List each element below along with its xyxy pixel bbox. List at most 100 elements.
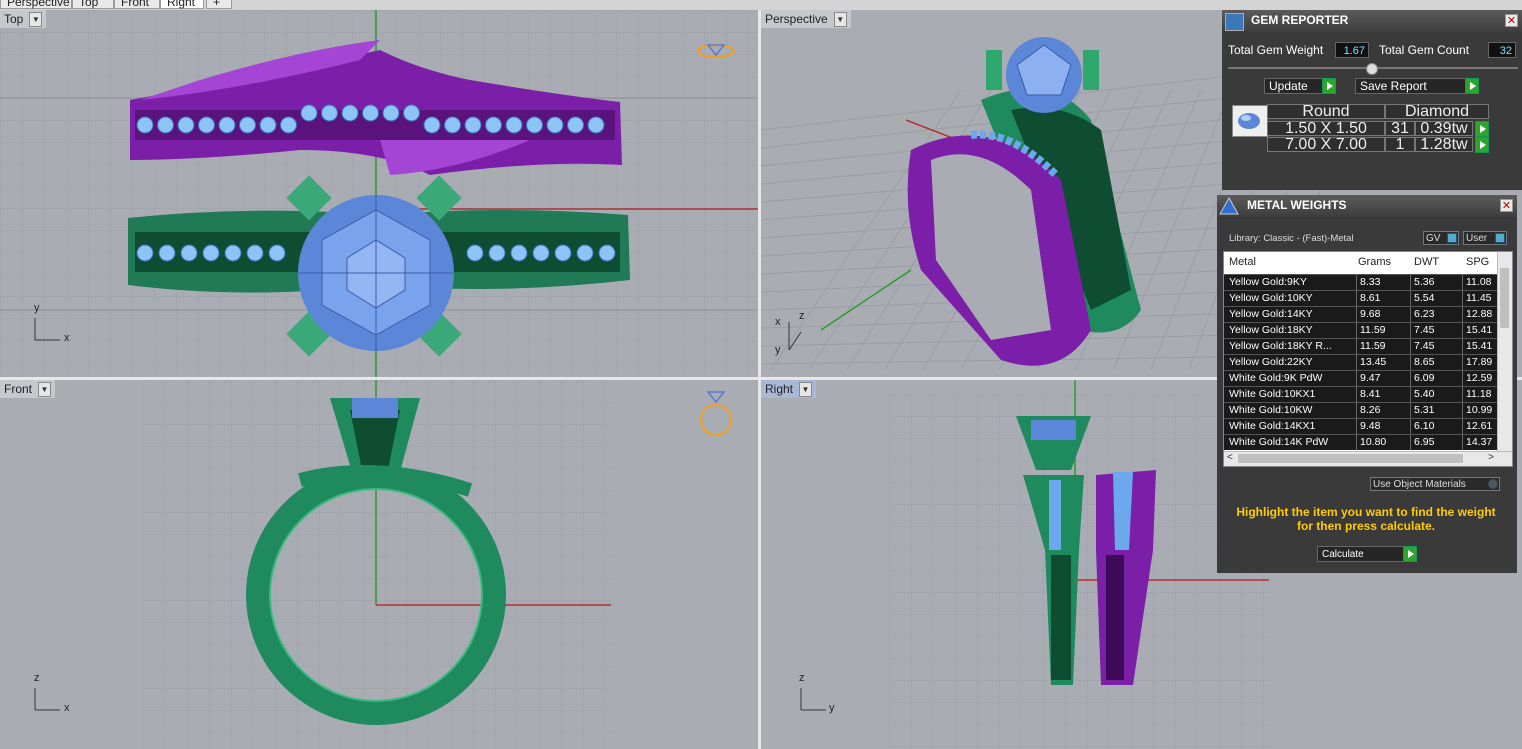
gem-slider-track[interactable] bbox=[1228, 63, 1518, 75]
gem-reporter-panel: GEM REPORTER ✕ Total Gem Weight 1.67 Tot… bbox=[1222, 10, 1522, 190]
viewport-label-top[interactable]: Top ▼ bbox=[0, 10, 47, 28]
axis-z-label: z bbox=[799, 310, 805, 322]
gv-toggle[interactable]: GV bbox=[1423, 231, 1459, 245]
metal-row[interactable]: White Gold:10KX1 8.41 5.40 11.18 bbox=[1224, 386, 1512, 402]
viewport-label-front[interactable]: Front ▼ bbox=[0, 380, 56, 398]
gem-reporter-icon bbox=[1225, 13, 1244, 31]
close-icon[interactable]: ✕ bbox=[1505, 14, 1518, 27]
small-gem bbox=[598, 244, 616, 262]
gem-row-tw[interactable]: 1.28tw bbox=[1415, 137, 1473, 153]
chevron-down-icon[interactable]: ▼ bbox=[799, 381, 813, 397]
metal-row[interactable]: Yellow Gold:10KY 8.61 5.54 11.45 bbox=[1224, 290, 1512, 306]
calculate-button[interactable]: Calculate bbox=[1317, 546, 1417, 562]
axis-y-label: y bbox=[775, 344, 781, 356]
gem-slider-handle[interactable] bbox=[1366, 63, 1378, 75]
metal-row[interactable]: White Gold:14KX1 9.48 6.10 12.61 bbox=[1224, 418, 1512, 434]
calculate-button-label: Calculate bbox=[1322, 549, 1364, 560]
metal-row[interactable]: White Gold:10KW 8.26 5.31 10.99 bbox=[1224, 402, 1512, 418]
metal-grams: 11.59 bbox=[1356, 323, 1408, 338]
small-gem bbox=[488, 244, 506, 262]
metal-name: Yellow Gold:9KY bbox=[1229, 276, 1307, 288]
small-gem bbox=[246, 244, 264, 262]
metal-dwt: 6.23 bbox=[1410, 307, 1462, 322]
col-spg[interactable]: SPG bbox=[1466, 256, 1489, 268]
small-gem bbox=[300, 104, 318, 122]
gem-row-count[interactable]: 31 bbox=[1385, 121, 1415, 137]
play-icon bbox=[1465, 78, 1479, 94]
metal-row[interactable]: Yellow Gold:18KY R... 11.59 7.45 15.41 bbox=[1224, 338, 1512, 354]
metal-dwt: 6.09 bbox=[1410, 371, 1462, 386]
col-grams[interactable]: Grams bbox=[1358, 256, 1391, 268]
vertical-scrollbar[interactable] bbox=[1497, 252, 1512, 452]
metal-grams: 8.33 bbox=[1356, 275, 1408, 290]
gem-row-count[interactable]: 1 bbox=[1385, 137, 1415, 153]
viewport-label-right[interactable]: Right ▼ bbox=[761, 380, 817, 398]
tab-right[interactable]: Right bbox=[160, 0, 204, 9]
gem-thumbnail-icon bbox=[1232, 105, 1268, 137]
small-gem bbox=[532, 244, 550, 262]
chevron-down-icon[interactable]: ▼ bbox=[29, 11, 43, 27]
metal-row[interactable]: Yellow Gold:22KY 13.45 8.65 17.89 bbox=[1224, 354, 1512, 370]
metal-name: White Gold:9K PdW bbox=[1229, 372, 1323, 384]
gem-row-size[interactable]: 1.50 X 1.50 bbox=[1267, 121, 1385, 137]
metal-weights-titlebar[interactable]: METAL WEIGHTS ✕ bbox=[1217, 195, 1517, 217]
chevron-down-icon[interactable]: ▼ bbox=[833, 11, 847, 27]
user-toggle[interactable]: User bbox=[1463, 231, 1507, 245]
tab-top[interactable]: Top bbox=[72, 0, 114, 9]
small-gem bbox=[554, 244, 572, 262]
small-gem bbox=[224, 244, 242, 262]
small-gem bbox=[587, 116, 605, 134]
metal-dwt: 7.45 bbox=[1410, 339, 1462, 354]
viewport-front[interactable]: Front ▼ z x bbox=[0, 380, 758, 749]
viewport-label-perspective[interactable]: Perspective ▼ bbox=[761, 10, 851, 28]
metal-weights-hint: Highlight the item you want to find the … bbox=[1236, 505, 1496, 533]
center-stone-top[interactable] bbox=[286, 175, 462, 357]
viewport-top[interactable]: Top ▼ y x bbox=[0, 10, 758, 377]
metal-row[interactable]: White Gold:9K PdW 9.47 6.09 12.59 bbox=[1224, 370, 1512, 386]
update-button[interactable]: Update bbox=[1264, 78, 1336, 94]
small-gem bbox=[485, 116, 502, 134]
small-gem bbox=[444, 116, 461, 134]
gem-reporter-titlebar[interactable]: GEM REPORTER ✕ bbox=[1222, 10, 1522, 32]
metal-name: White Gold:14K PdW bbox=[1229, 436, 1329, 448]
small-gem bbox=[136, 244, 154, 262]
small-gem bbox=[136, 116, 154, 134]
gem-row-tw[interactable]: 0.39tw bbox=[1415, 121, 1473, 137]
axis-x-label: x bbox=[64, 702, 70, 714]
tab-add[interactable]: + bbox=[206, 0, 232, 9]
small-gem bbox=[280, 116, 297, 134]
save-report-button[interactable]: Save Report bbox=[1355, 78, 1479, 94]
gem-row-go-button[interactable] bbox=[1475, 137, 1489, 153]
small-gem bbox=[362, 104, 379, 122]
tab-front[interactable]: Front bbox=[114, 0, 160, 9]
use-object-materials-toggle[interactable]: Use Object Materials bbox=[1370, 477, 1500, 491]
col-dwt[interactable]: DWT bbox=[1414, 256, 1439, 268]
col-metal[interactable]: Metal bbox=[1229, 256, 1256, 268]
small-gem bbox=[158, 244, 176, 262]
scroll-thumb[interactable] bbox=[1238, 454, 1463, 463]
save-report-label: Save Report bbox=[1360, 79, 1427, 93]
gem-row-go-button[interactable] bbox=[1475, 121, 1489, 137]
horizontal-scrollbar[interactable]: < > bbox=[1224, 451, 1512, 466]
small-gem bbox=[321, 104, 338, 122]
gem-row-size[interactable]: 7.00 X 7.00 bbox=[1267, 137, 1385, 153]
gem-shape-header: Round bbox=[1267, 104, 1385, 120]
metal-name: Yellow Gold:10KY bbox=[1229, 292, 1313, 304]
tab-perspective[interactable]: Perspective bbox=[0, 0, 72, 9]
small-gem bbox=[466, 244, 484, 262]
flask-icon bbox=[1218, 196, 1240, 216]
scroll-thumb[interactable] bbox=[1500, 268, 1509, 328]
chevron-down-icon[interactable]: ▼ bbox=[38, 381, 52, 397]
small-gem bbox=[202, 244, 220, 262]
small-gem bbox=[576, 244, 594, 262]
metal-weights-panel: METAL WEIGHTS ✕ Library: Classic - (Fast… bbox=[1217, 195, 1517, 573]
scroll-right-icon[interactable]: > bbox=[1488, 452, 1494, 463]
close-icon[interactable]: ✕ bbox=[1500, 199, 1513, 212]
metal-row[interactable]: Yellow Gold:9KY 8.33 5.36 11.08 bbox=[1224, 274, 1512, 290]
metal-row[interactable]: White Gold:14K PdW 10.80 6.95 14.37 bbox=[1224, 434, 1512, 450]
use-object-materials-label: Use Object Materials bbox=[1373, 479, 1466, 490]
metal-row[interactable]: Yellow Gold:18KY 11.59 7.45 15.41 bbox=[1224, 322, 1512, 338]
metal-row[interactable]: Yellow Gold:14KY 9.68 6.23 12.88 bbox=[1224, 306, 1512, 322]
scroll-left-icon[interactable]: < bbox=[1227, 452, 1233, 463]
metal-name: White Gold:14KX1 bbox=[1229, 420, 1316, 432]
